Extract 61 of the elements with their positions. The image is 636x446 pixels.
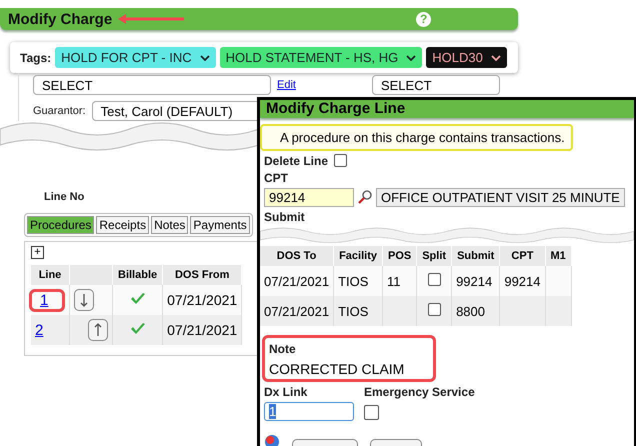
- move-button[interactable]: [88, 319, 108, 341]
- case-select[interactable]: SELECT: [33, 75, 271, 95]
- tab[interactable]: Procedures: [27, 216, 94, 234]
- table-cell: TIOS: [338, 274, 368, 288]
- table-cell: TIOS: [338, 304, 368, 318]
- edit-link[interactable]: Edit: [277, 79, 296, 91]
- emergency-checkbox[interactable]: [364, 405, 379, 420]
- table-cell: 07/21/2021: [264, 274, 330, 288]
- split-checkbox[interactable]: [428, 303, 441, 316]
- column-header: Submit: [452, 246, 500, 266]
- tag-dropdown[interactable]: HOLD FOR CPT - INC: [55, 47, 216, 68]
- column-header: Billable: [112, 265, 163, 285]
- move-button[interactable]: [74, 289, 94, 311]
- tab[interactable]: Receipts: [96, 216, 150, 234]
- table-cell: 07/21/2021: [167, 322, 238, 338]
- cpt-input[interactable]: 99214: [264, 188, 354, 207]
- down-arrow-icon: [80, 293, 88, 307]
- chevron-icon: [490, 54, 501, 60]
- page-title: Modify Charge: [8, 10, 112, 28]
- table-cell: 11: [386, 274, 400, 288]
- delete-line-label: Delete Line: [264, 154, 328, 168]
- chevron-icon: [406, 54, 416, 60]
- arrow-icon: [116, 14, 184, 24]
- dx-link-input[interactable]: 1: [264, 402, 354, 421]
- expand-icon[interactable]: +: [31, 246, 44, 259]
- tab[interactable]: Notes: [151, 216, 188, 234]
- search-icon[interactable]: [358, 190, 372, 204]
- column-header: Facility: [334, 246, 382, 266]
- note-label: Note: [269, 342, 296, 356]
- authorization-select[interactable]: SELECT: [372, 75, 500, 95]
- column-header: Line: [31, 265, 70, 285]
- submit-label: Submit: [264, 210, 305, 224]
- split-checkbox[interactable]: [428, 273, 441, 286]
- dx-link-label: Dx Link: [264, 385, 308, 399]
- warning-message: A procedure on this charge contains transactions.: [260, 124, 573, 151]
- cpt-description-field: OFFICE OUTPATIENT VISIT 25 MINUTE: [376, 188, 625, 207]
- column-header: DOS From: [162, 265, 242, 285]
- line-link[interactable]: 1: [40, 292, 48, 308]
- delete-checkbox[interactable]: [334, 154, 348, 168]
- emergency-service-label: Emergency Service: [364, 385, 475, 399]
- tags-label: Tags:: [20, 50, 52, 64]
- table-cell: 99214: [456, 274, 492, 288]
- line-link[interactable]: 2: [35, 322, 44, 338]
- tag-dropdown[interactable]: HOLD30: [426, 47, 507, 68]
- up-arrow-icon: [94, 323, 102, 337]
- tab[interactable]: Payments: [190, 216, 250, 234]
- chevron-icon: [200, 54, 210, 60]
- column-header: POS: [382, 246, 417, 266]
- column-header: M1: [545, 246, 572, 266]
- table-cell: 99214: [504, 274, 540, 288]
- line-no-label: Line No: [44, 191, 84, 203]
- column-header: DOS To: [260, 246, 334, 266]
- column-header: CPT: [500, 246, 545, 266]
- dialog-title: Modify Charge Line: [260, 100, 634, 118]
- guarantor-label: Guarantor:: [33, 105, 86, 117]
- table-cell: 8800: [456, 304, 485, 318]
- table-cell: 07/21/2021: [264, 304, 330, 318]
- cpt-label: CPT: [264, 170, 288, 185]
- table-cell: 07/21/2021: [167, 292, 238, 308]
- column-header: Split: [416, 246, 452, 266]
- tag-dropdown[interactable]: HOLD STATEMENT - HS, HG: [220, 47, 422, 68]
